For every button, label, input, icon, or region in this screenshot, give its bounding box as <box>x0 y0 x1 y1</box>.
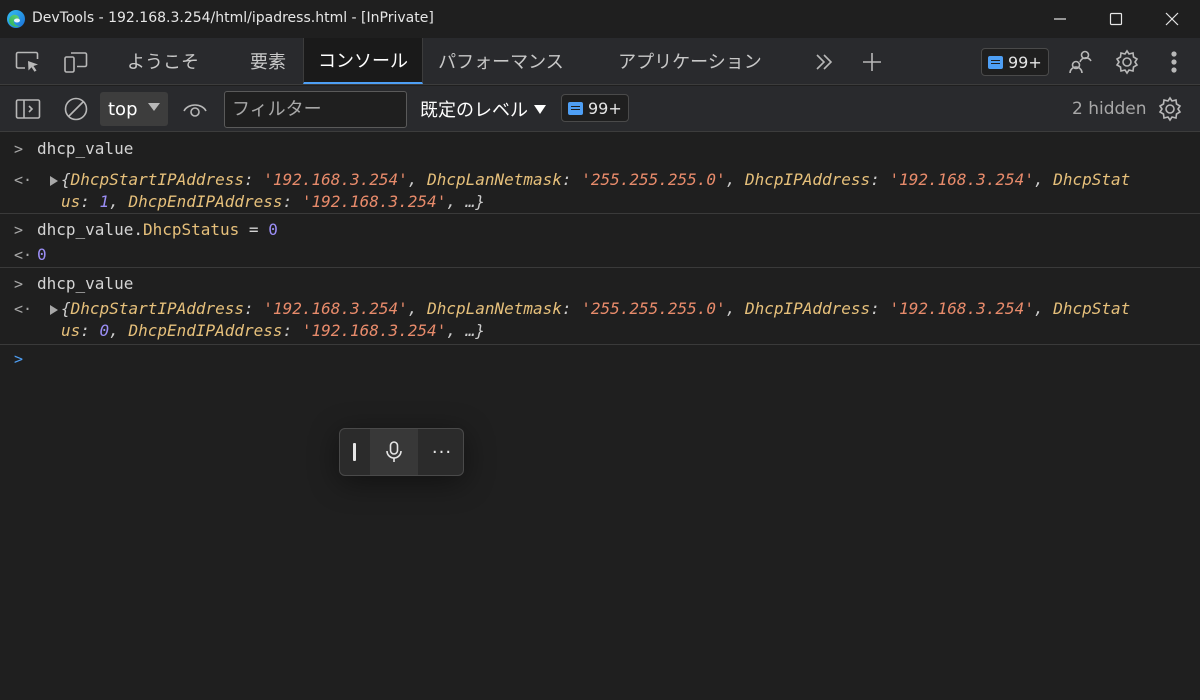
voice-typing-toolbar: ··· <box>339 428 464 476</box>
window-title: DevTools - 192.168.3.254/html/ipadress.h… <box>32 10 434 26</box>
edge-logo-icon <box>7 10 25 28</box>
input-chevron-icon: > <box>14 221 24 239</box>
log-levels-dropdown[interactable]: 既定のレベル <box>420 96 546 122</box>
message-bubble-icon <box>988 55 1003 69</box>
chevron-double-right-icon <box>816 54 833 70</box>
console-toolbar: top 既定のレベル 99+ 2 hidden <box>0 86 1200 132</box>
title-bar: DevTools - 192.168.3.254/html/ipadress.h… <box>0 0 1200 38</box>
microphone-button[interactable] <box>370 429 418 475</box>
text-cursor-icon <box>353 443 356 461</box>
gear-icon <box>1115 49 1139 75</box>
maximize-icon <box>1109 12 1123 26</box>
output-return-icon: <· <box>14 246 33 264</box>
console-issues-badge[interactable]: 99+ <box>561 94 629 122</box>
people-connect-icon <box>1069 50 1092 74</box>
clear-block-icon <box>64 97 88 121</box>
expand-triangle-icon <box>50 305 58 315</box>
device-toolbar-icon <box>64 52 88 73</box>
console-message: > dhcp_value.DhcpStatus = 0 <box>0 214 1200 244</box>
output-return-icon: <· <box>14 300 33 318</box>
more-options-button[interactable] <box>1160 48 1188 76</box>
customize-profile-button[interactable] <box>1066 48 1094 76</box>
object-preview-continued: us: 0, DhcpEndIPAddress: '192.168.3.254'… <box>61 321 485 340</box>
console-output-value: 0 <box>37 245 47 264</box>
microphone-icon <box>386 441 402 462</box>
console-message: > dhcp_value <box>0 268 1200 298</box>
issues-badge[interactable]: 99+ <box>981 48 1049 76</box>
console-issues-count: 99+ <box>588 98 622 118</box>
context-value: top <box>108 98 138 120</box>
maximize-button[interactable] <box>1088 0 1144 38</box>
input-chevron-icon: > <box>14 275 24 293</box>
caret-down-icon <box>534 104 546 114</box>
minimize-icon <box>1054 18 1066 20</box>
output-return-icon: <· <box>14 171 33 189</box>
console-settings-button[interactable] <box>1156 95 1184 123</box>
devtools-tab-bar: ようこそ 要素 コンソール パフォーマンス アプリケーション 99+ <box>0 38 1200 85</box>
object-preview-continued: us: 1, DhcpEndIPAddress: '192.168.3.254'… <box>61 192 485 211</box>
console-input-text: dhcp_value.DhcpStatus = 0 <box>37 220 278 239</box>
tab-application[interactable]: アプリケーション <box>600 38 780 84</box>
caret-down-icon <box>148 103 160 111</box>
close-icon <box>1165 12 1179 26</box>
issues-count: 99+ <box>1008 52 1042 72</box>
prompt-chevron-icon: > <box>14 350 24 368</box>
settings-button[interactable] <box>1113 48 1141 76</box>
console-message: <· {DhcpStartIPAddress: '192.168.3.254',… <box>0 298 1200 345</box>
object-preview[interactable]: {DhcpStartIPAddress: '192.168.3.254', Dh… <box>50 298 1130 320</box>
tab-console[interactable]: コンソール <box>303 38 423 84</box>
console-input-text: dhcp_value <box>37 274 134 293</box>
device-emulation-button[interactable] <box>62 48 90 76</box>
console-input-text: dhcp_value <box>37 139 134 158</box>
inspect-element-button[interactable] <box>14 48 42 76</box>
hidden-messages-count: 2 hidden <box>1072 99 1147 119</box>
tab-welcome[interactable]: ようこそ <box>108 38 218 84</box>
input-chevron-icon: > <box>14 140 24 158</box>
console-message: <· {DhcpStartIPAddress: '192.168.3.254',… <box>0 169 1200 214</box>
close-button[interactable] <box>1144 0 1200 38</box>
eye-icon <box>183 104 207 117</box>
object-preview[interactable]: {DhcpStartIPAddress: '192.168.3.254', Dh… <box>50 169 1130 191</box>
console-message: <· 0 <box>0 244 1200 268</box>
text-cursor-button[interactable] <box>340 429 369 475</box>
more-tabs-button[interactable] <box>810 48 838 76</box>
minimize-button[interactable] <box>1032 0 1088 38</box>
filter-input[interactable] <box>224 91 407 128</box>
tab-performance[interactable]: パフォーマンス <box>425 38 577 84</box>
context-selector[interactable]: top <box>100 92 168 126</box>
tab-elements[interactable]: 要素 <box>234 38 302 84</box>
plus-icon <box>863 53 881 71</box>
console-message: > dhcp_value <box>0 133 1200 169</box>
clear-console-button[interactable] <box>62 95 90 123</box>
console-prompt[interactable]: > <box>0 345 1200 385</box>
add-tool-button[interactable] <box>858 48 886 76</box>
expand-triangle-icon <box>50 176 58 186</box>
log-levels-label: 既定のレベル <box>420 100 528 121</box>
sidebar-toggle-icon <box>15 99 41 119</box>
live-expression-button[interactable] <box>181 95 209 123</box>
gear-icon <box>1158 96 1182 122</box>
show-sidebar-button[interactable] <box>14 95 42 123</box>
console-output[interactable]: > dhcp_value <· {DhcpStartIPAddress: '19… <box>0 133 1200 700</box>
inspect-element-icon <box>15 51 39 72</box>
kebab-menu-icon <box>1171 51 1177 73</box>
voice-more-options-button[interactable]: ··· <box>420 429 464 475</box>
message-bubble-icon <box>568 101 583 115</box>
